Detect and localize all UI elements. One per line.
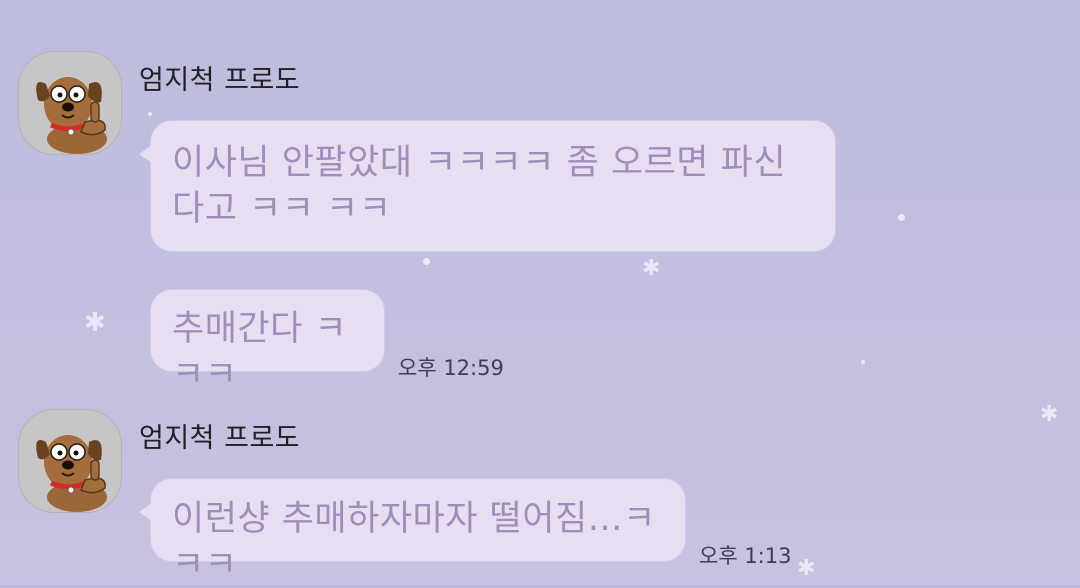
message-text: 이사님 안팔았대 ㅋㅋㅋㅋ 좀 오르면 파신다고 ㅋㅋ ㅋㅋ <box>172 143 787 229</box>
sparkle-dot <box>898 214 905 221</box>
sparkle-dot <box>423 258 430 265</box>
message-text: 추매간다 ㅋㅋㅋ <box>172 309 348 395</box>
message-timestamp: 오후 12:59 <box>398 356 504 380</box>
sparkle-decoration: ✱ <box>84 308 106 338</box>
frodo-dog-thumbs-up-icon <box>36 77 107 154</box>
message-bubble[interactable]: 추매간다 ㅋㅋㅋ <box>150 289 385 395</box>
bubble-tail <box>139 145 152 163</box>
message-text: 이런샹 추매하자마자 떨어짐…ㅋㅋㅋ <box>172 499 656 585</box>
message-bubble[interactable]: 이런샹 추매하자마자 떨어짐…ㅋㅋㅋ <box>139 478 686 585</box>
sparkle-decoration: ✱ <box>642 256 661 281</box>
frodo-dog-thumbs-up-icon <box>36 435 107 512</box>
sender-name: 엄지척 프로도 <box>139 423 301 454</box>
sparkle-dot <box>148 112 152 116</box>
message-timestamp: 오후 1:13 <box>699 544 792 568</box>
sender-avatar[interactable] <box>18 409 122 513</box>
sparkle-dot <box>861 360 865 364</box>
sparkle-decoration: ✱ <box>1040 402 1059 427</box>
message-bubble[interactable]: 이사님 안팔았대 ㅋㅋㅋㅋ 좀 오르면 파신다고 ㅋㅋ ㅋㅋ <box>139 120 836 252</box>
sender-avatar[interactable] <box>18 51 122 155</box>
sender-name: 엄지척 프로도 <box>139 65 301 96</box>
sparkle-decoration: ✱ <box>797 556 816 581</box>
bubble-tail <box>139 503 152 521</box>
